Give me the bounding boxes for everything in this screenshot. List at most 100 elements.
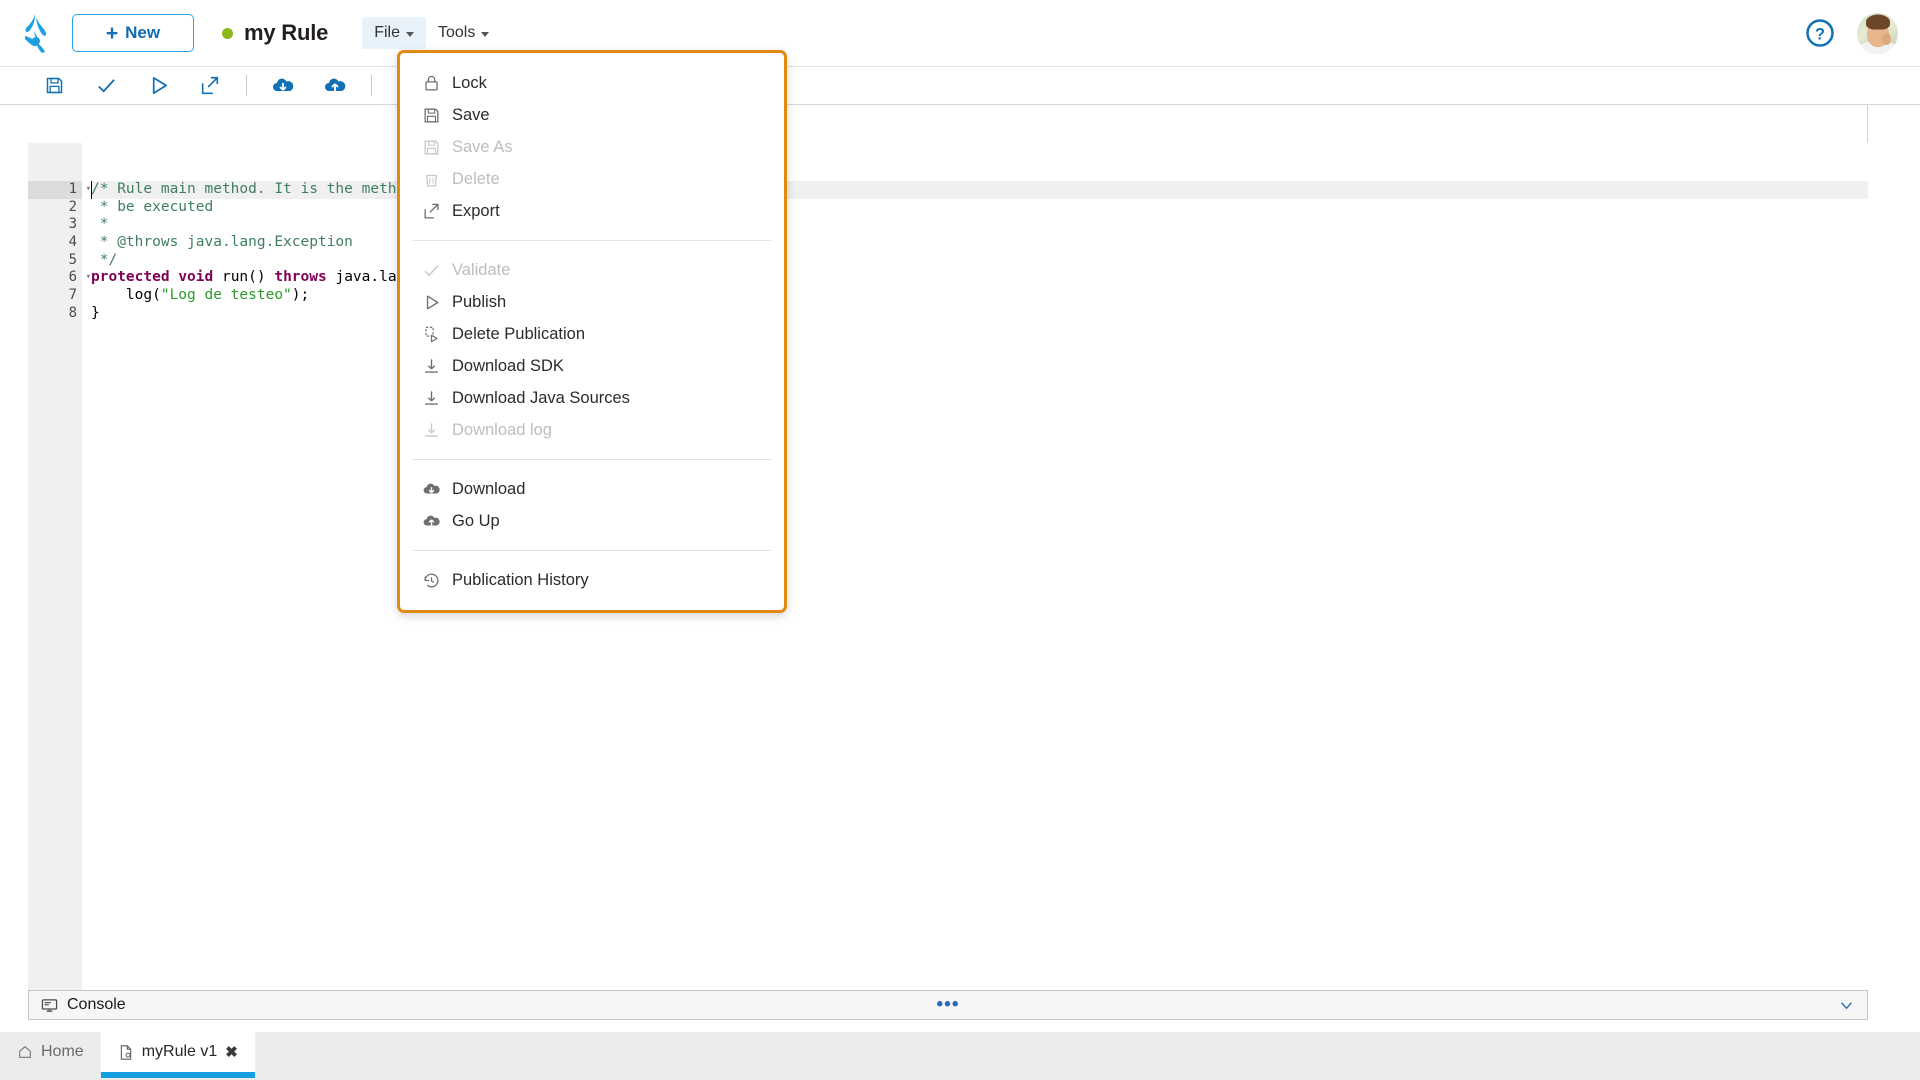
brand-logo[interactable] <box>0 12 72 54</box>
menu-group: ValidatePublishDelete PublicationDownloa… <box>400 251 784 449</box>
toolbar-validate-button[interactable] <box>80 67 132 105</box>
menu-item-label: Delete <box>452 170 500 189</box>
code-line[interactable]: } <box>91 305 1868 323</box>
cloud-upload-icon <box>323 74 347 98</box>
code-token: log( <box>91 287 161 303</box>
code-token: */ <box>91 252 117 268</box>
toolbar-divider-2 <box>371 75 372 96</box>
code-line[interactable]: * <box>91 216 1868 234</box>
menu-item-download-log: Download log <box>400 414 784 446</box>
menu-tools[interactable]: Tools <box>426 17 501 49</box>
menu-item-label: Lock <box>452 74 487 93</box>
menu-item-download-sdk[interactable]: Download SDK <box>400 350 784 382</box>
toolbar-export-button[interactable] <box>184 67 236 105</box>
help-button[interactable]: ? <box>1805 18 1835 48</box>
line-number: 2 <box>28 199 82 217</box>
menu-item-download-java-sources[interactable]: Download Java Sources <box>400 382 784 414</box>
menu-item-delete-publication[interactable]: Delete Publication <box>400 318 784 350</box>
download-icon <box>422 389 452 408</box>
menu-tools-label: Tools <box>438 24 475 42</box>
lock-icon <box>422 74 452 93</box>
code-line[interactable]: */ <box>91 252 1868 270</box>
menu-item-publication-history[interactable]: Publication History <box>400 564 784 596</box>
menu-file-label: File <box>374 24 400 42</box>
menu-item-export[interactable]: Export <box>400 195 784 227</box>
cloud-download-icon <box>422 480 452 499</box>
code-token: "Log de testeo" <box>161 287 292 303</box>
console-label: Console <box>67 996 126 1014</box>
floppy-disk-icon <box>422 138 441 157</box>
code-token <box>170 269 179 285</box>
menu-item-save[interactable]: Save <box>400 99 784 131</box>
new-button[interactable]: + New <box>72 14 194 52</box>
top-header: + New my Rule File Tools ? <box>0 0 1920 67</box>
tab-myrule-label: myRule v1 <box>142 1043 218 1061</box>
application-root: + New my Rule File Tools ? <box>0 0 1920 1080</box>
text-caret <box>91 181 92 199</box>
menu-item-go-up[interactable]: Go Up <box>400 505 784 537</box>
code-line[interactable]: protected void run() throws java.lang.Ex… <box>91 269 1868 287</box>
menu-item-label: Save <box>452 106 490 125</box>
validate-check-icon <box>95 74 118 97</box>
code-line[interactable]: log("Log de testeo"); <box>91 287 1868 305</box>
editor-shell: 1▾23456▾78 /* Rule main method. It is th… <box>28 105 1868 990</box>
menu-item-download[interactable]: Download <box>400 473 784 505</box>
home-icon <box>17 1044 33 1060</box>
console-collapse-button[interactable] <box>1838 997 1855 1014</box>
menu-separator <box>413 550 771 551</box>
code-token: throws <box>274 269 326 285</box>
menu-item-lock[interactable]: Lock <box>400 67 784 99</box>
tab-close-icon[interactable]: ✖ <box>225 1043 238 1061</box>
check-icon <box>422 261 441 280</box>
line-number: 8 <box>28 305 82 323</box>
code-line[interactable]: * be executed <box>91 199 1868 217</box>
menu-item-label: Publication History <box>452 571 589 590</box>
editor-toolbar <box>0 67 1920 105</box>
code-token: ); <box>292 287 309 303</box>
save-icon <box>44 75 65 96</box>
floppy-disk-icon <box>422 106 452 125</box>
toolbar-save-button[interactable] <box>28 67 80 105</box>
toolbar-upload-button[interactable] <box>309 67 361 105</box>
line-number: 5 <box>28 252 82 270</box>
code-line[interactable]: /* Rule main method. It is the method th… <box>91 181 1868 199</box>
console-panel-header[interactable]: Console ••• <box>28 990 1868 1020</box>
tab-myrule-v1[interactable]: myRule v1 ✖ <box>101 1032 255 1072</box>
plus-icon: + <box>106 23 118 44</box>
code-area[interactable]: /* Rule main method. It is the method th… <box>82 143 1868 990</box>
run-play-icon <box>147 74 170 97</box>
code-token: protected <box>91 269 170 285</box>
status-indicator-dot <box>222 28 233 39</box>
code-token: run() <box>213 269 274 285</box>
line-number: 7 <box>28 287 82 305</box>
delete-publication-icon <box>422 325 441 344</box>
code-token: } <box>91 305 100 321</box>
question-circle-icon: ? <box>1805 18 1835 48</box>
cloud-upload-icon <box>422 512 441 531</box>
menu-item-publish[interactable]: Publish <box>400 286 784 318</box>
avatar-hand <box>1882 33 1891 45</box>
menu-group: Publication History <box>400 561 784 599</box>
menu-group: LockSaveSave AsDeleteExport <box>400 64 784 230</box>
tab-home[interactable]: Home <box>0 1032 101 1072</box>
new-button-label: New <box>125 23 160 43</box>
menu-item-label: Download SDK <box>452 357 564 376</box>
avatar[interactable] <box>1857 13 1898 54</box>
code-line[interactable]: * @throws java.lang.Exception <box>91 234 1868 252</box>
play-icon <box>422 293 452 312</box>
code-editor[interactable]: 1▾23456▾78 /* Rule main method. It is th… <box>28 143 1868 990</box>
toolbar-download-button[interactable] <box>257 67 309 105</box>
chevron-down-icon <box>1838 997 1855 1014</box>
line-number: 4 <box>28 234 82 252</box>
floppy-disk-icon <box>422 138 452 157</box>
menu-separator <box>413 240 771 241</box>
line-number: 6▾ <box>28 269 82 287</box>
toolbar-run-button[interactable] <box>132 67 184 105</box>
code-token: * <box>91 216 108 232</box>
console-label-group: Console <box>41 996 126 1014</box>
code-token: void <box>178 269 213 285</box>
menu-file[interactable]: File <box>362 17 426 49</box>
code-token: * be executed <box>91 199 213 215</box>
menu-item-label: Publish <box>452 293 506 312</box>
trash-icon <box>422 170 452 189</box>
